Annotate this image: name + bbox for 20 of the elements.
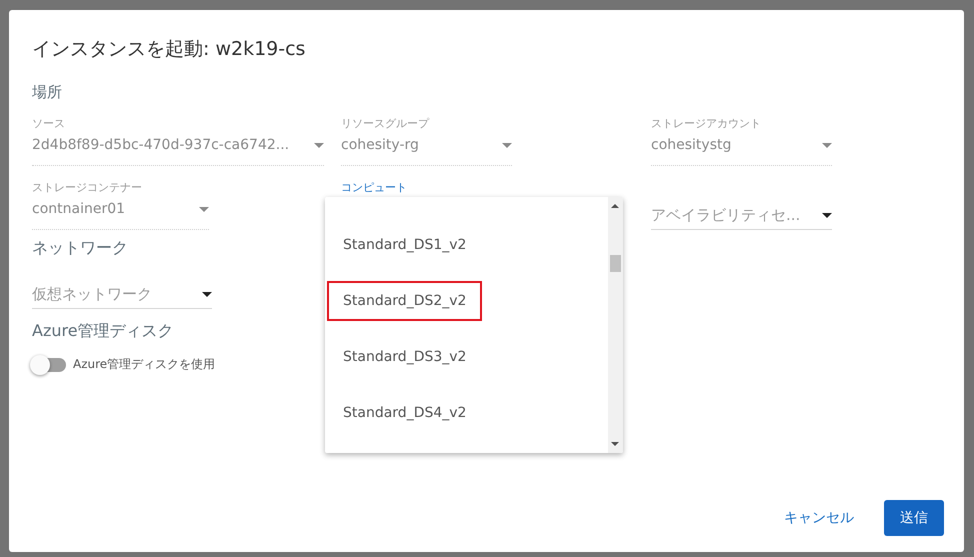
- select-field[interactable]: ストレージコンテナー contnainer01: [32, 180, 209, 230]
- scrollbar[interactable]: [608, 197, 623, 453]
- section-heading: 場所: [32, 83, 62, 102]
- cancel-button[interactable]: キャンセル: [772, 501, 866, 535]
- section-heading: Azure管理ディスク: [32, 321, 174, 342]
- select-field[interactable]: 仮想ネットワーク: [32, 259, 212, 309]
- select-field[interactable]: リソースグループ cohesity-rg: [341, 116, 512, 166]
- toggle-switch[interactable]: [32, 358, 66, 372]
- select-field[interactable]: ソース 2d4b8f89-d5bc-470d-937c-ca6742...: [32, 116, 324, 166]
- dropdown-option[interactable]: Standard_DS4_v2: [327, 393, 482, 433]
- field-label: コンピュート: [341, 180, 408, 195]
- dropdown-option[interactable]: Standard_DS2_v2: [327, 281, 482, 321]
- dropdown-option[interactable]: Standard_DS3_v2: [327, 337, 482, 377]
- toggle-label: Azure管理ディスクを使用: [73, 356, 216, 373]
- section-heading: ネットワーク: [32, 238, 128, 259]
- dialog-title: インスタンスを起動: w2k19-cs: [32, 37, 306, 62]
- select-field[interactable]: アベイラビリティセ...: [651, 180, 832, 230]
- submit-button[interactable]: 送信: [884, 500, 944, 536]
- dropdown-option[interactable]: Standard_DS1_v2: [327, 225, 482, 265]
- select-field[interactable]: ストレージアカウント cohesitystg: [651, 116, 832, 166]
